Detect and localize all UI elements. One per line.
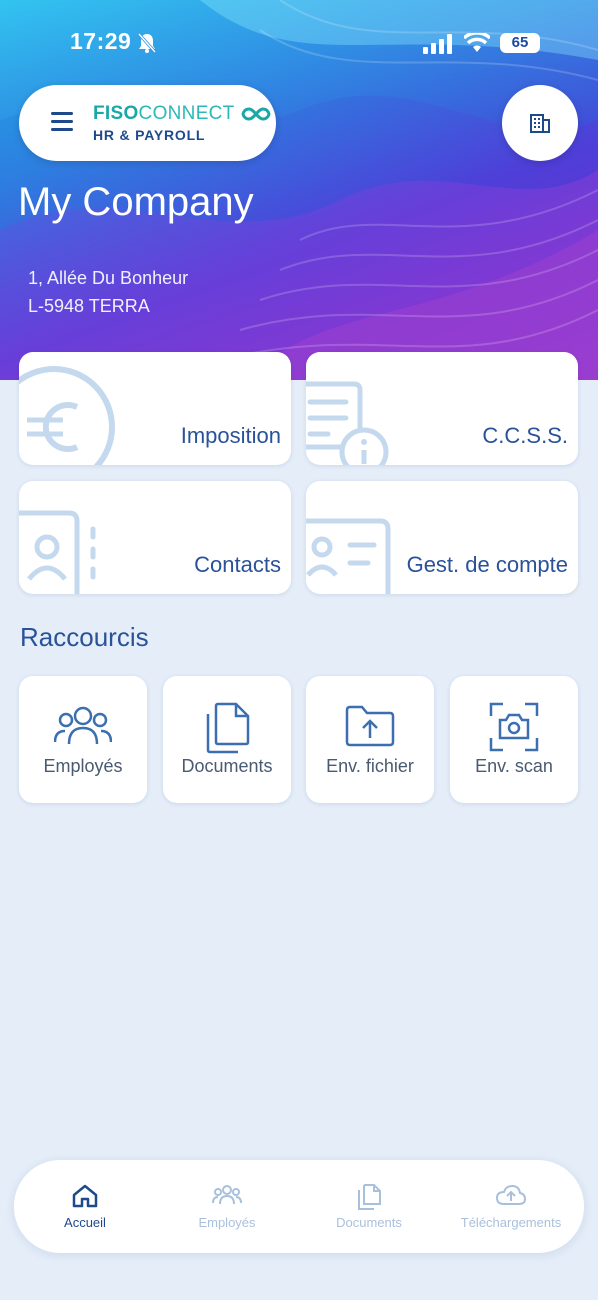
tab-label: Employés	[198, 1215, 256, 1230]
tab-employes[interactable]: Employés	[156, 1160, 298, 1253]
address-line-2: L-5948 TERRA	[28, 296, 150, 316]
card-label: Gest. de compte	[406, 552, 568, 577]
shortcut-employes[interactable]: Employés	[19, 676, 147, 803]
card-contacts[interactable]: Contacts	[19, 481, 291, 594]
cloud-upload-icon	[496, 1184, 526, 1205]
shortcut-env-scan[interactable]: Env. scan	[450, 676, 578, 803]
card-ccss[interactable]: C.C.S.S.	[306, 352, 578, 465]
company-switch-button[interactable]	[502, 85, 578, 161]
battery-indicator: 65	[500, 33, 540, 53]
company-address: 1, Allée Du Bonheur L-5948 TERRA	[28, 264, 188, 320]
wifi-icon	[464, 33, 490, 52]
tab-documents[interactable]: Documents	[298, 1160, 440, 1253]
shortcut-documents[interactable]: Documents	[163, 676, 291, 803]
shortcut-label: Employés	[43, 756, 123, 776]
bell-muted-icon	[137, 33, 157, 53]
card-imposition[interactable]: Imposition	[19, 352, 291, 465]
shortcut-label: Env. scan	[475, 756, 553, 776]
shortcut-label: Env. fichier	[326, 756, 414, 776]
camera-scan-icon	[489, 702, 539, 752]
card-label: Contacts	[194, 552, 281, 577]
shortcut-env-fichier[interactable]: Env. fichier	[306, 676, 434, 803]
euro-icon	[19, 366, 115, 465]
app-logo: FISOCONNECT HR & PAYROLL	[93, 103, 271, 143]
users-icon	[212, 1185, 242, 1205]
address-line-1: 1, Allée Du Bonheur	[28, 268, 189, 288]
document-info-icon	[306, 381, 389, 465]
shortcut-label: Documents	[181, 756, 273, 776]
tab-telechargements[interactable]: Téléchargements	[440, 1160, 582, 1253]
card-label: C.C.S.S.	[482, 423, 568, 448]
contact-book-icon	[19, 510, 96, 594]
documents-icon	[206, 702, 250, 754]
tab-label: Téléchargements	[460, 1215, 562, 1230]
tab-label: Accueil	[64, 1215, 106, 1230]
building-icon	[530, 114, 550, 133]
logo-subtitle: HR & PAYROLL	[93, 127, 206, 143]
card-gest-compte[interactable]: Gest. de compte	[306, 481, 578, 594]
logo-wordmark: FISOCONNECT	[93, 103, 271, 125]
home-icon	[72, 1184, 98, 1208]
infinity-icon	[241, 107, 271, 121]
bottom-tab-bar: Accueil Employés Documents Téléchargemen…	[14, 1160, 584, 1253]
app-logo-pill[interactable]: FISOCONNECT HR & PAYROLL	[19, 85, 276, 161]
tab-label: Documents	[336, 1215, 402, 1230]
users-icon	[54, 706, 112, 745]
documents-icon	[358, 1184, 381, 1210]
signal-icon	[423, 34, 452, 54]
folder-upload-icon	[345, 705, 395, 747]
status-bar: 17:29 65	[0, 28, 598, 62]
shortcuts-title: Raccourcis	[20, 622, 149, 652]
card-label: Imposition	[180, 423, 281, 448]
status-time: 17:29	[70, 28, 132, 54]
company-name: My Company	[18, 180, 254, 224]
tab-accueil[interactable]: Accueil	[14, 1160, 156, 1253]
hamburger-menu-icon[interactable]	[51, 112, 73, 134]
id-card-icon	[306, 518, 391, 594]
